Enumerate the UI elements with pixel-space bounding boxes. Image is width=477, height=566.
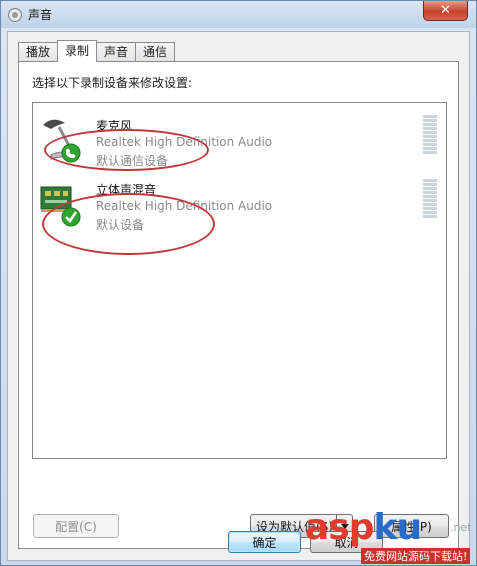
dialog-body: 播放 录制 声音 通信 选择以下录制设备来修改设置: 麦克风 Realtek H… (7, 31, 470, 561)
title-bar[interactable]: 声音 ✕ (1, 1, 476, 28)
close-icon: ✕ (440, 3, 451, 18)
device-status: 默认通信设备 (96, 154, 169, 168)
level-meter (423, 115, 437, 155)
sound-card-icon (40, 186, 81, 227)
cancel-button[interactable]: 取消 (310, 531, 383, 553)
configure-button[interactable]: 配置(C) (33, 514, 119, 538)
speaker-icon (8, 8, 22, 22)
sound-dialog: 声音 ✕ 播放 录制 声音 通信 选择以下录制设备来修改设置: 麦克风 Real… (0, 0, 477, 566)
device-name: 麦克风 (96, 119, 133, 133)
tab-playback[interactable]: 播放 (18, 42, 59, 61)
device-name: 立体声混音 (96, 183, 157, 197)
phone-badge-icon (61, 143, 81, 163)
ok-button[interactable]: 确定 (228, 531, 301, 553)
device-item-stereo-mix[interactable]: 立体声混音 Realtek High Definition Audio 默认设备 (33, 173, 446, 235)
checkmark-badge-icon (61, 207, 81, 227)
device-driver: Realtek High Definition Audio (96, 135, 273, 149)
device-status: 默认设备 (96, 218, 145, 232)
instruction-label: 选择以下录制设备来修改设置: (32, 76, 193, 90)
device-list[interactable]: 麦克风 Realtek High Definition Audio 默认通信设备 (32, 102, 447, 459)
tab-sounds[interactable]: 声音 (96, 42, 137, 61)
device-item-microphone[interactable]: 麦克风 Realtek High Definition Audio 默认通信设备 (33, 109, 446, 171)
recording-panel: 选择以下录制设备来修改设置: 麦克风 Realtek High Definiti… (18, 61, 459, 549)
close-button[interactable]: ✕ (423, 1, 468, 21)
microphone-icon (43, 119, 81, 163)
level-meter (423, 179, 437, 219)
properties-button[interactable]: 属性(P) (374, 514, 449, 538)
window-title: 声音 (28, 8, 53, 22)
device-driver: Realtek High Definition Audio (96, 199, 273, 213)
tab-recording[interactable]: 录制 (57, 40, 98, 62)
tab-strip: 播放 录制 声音 通信 (18, 40, 176, 62)
tab-communications[interactable]: 通信 (135, 42, 176, 61)
